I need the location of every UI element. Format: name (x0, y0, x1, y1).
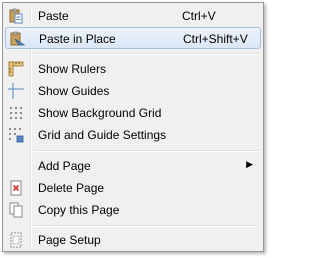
menu-item-show-guides[interactable]: Show Guides (5, 80, 261, 102)
menu-item-label: Paste (38, 9, 69, 23)
rulers-icon (8, 61, 24, 77)
copy-page-icon (8, 202, 24, 218)
menu-item-copy-this-page[interactable]: Copy this Page (5, 199, 261, 221)
grid-settings-icon (8, 127, 24, 143)
menu-item-label: Grid and Guide Settings (38, 128, 167, 142)
delete-page-icon (8, 180, 24, 196)
paste-in-place-icon (9, 31, 25, 47)
menu-item-label: Show Guides (38, 84, 110, 98)
menu-item-label: Show Rulers (38, 62, 107, 76)
menu-separator (33, 150, 259, 152)
page-setup-icon (8, 232, 24, 248)
context-menu: Paste Ctrl+V Paste in Place Ctrl+Shift+V (2, 2, 264, 252)
menu-item-paste-in-place[interactable]: Paste in Place Ctrl+Shift+V (5, 27, 261, 49)
menu-separator (33, 225, 259, 227)
menu-item-page-setup[interactable]: Page Setup (5, 229, 261, 251)
submenu-arrow-icon: ▶ (246, 159, 253, 169)
menu-item-label: Copy this Page (38, 203, 120, 217)
menu-item-label: Delete Page (38, 181, 105, 195)
grid-icon (8, 105, 24, 121)
paste-icon (8, 8, 24, 24)
menu-item-delete-page[interactable]: Delete Page (5, 177, 261, 199)
guides-icon (8, 83, 24, 99)
menu-item-paste[interactable]: Paste Ctrl+V (5, 5, 261, 27)
shortcut-label: Ctrl+V (182, 9, 216, 23)
menu-item-label: Page Setup (38, 233, 101, 247)
menu-item-show-background-grid[interactable]: Show Background Grid (5, 102, 261, 124)
shortcut-label: Ctrl+Shift+V (183, 32, 248, 46)
menu-item-grid-and-guide-settings[interactable]: Grid and Guide Settings (5, 124, 261, 146)
menu-item-label: Show Background Grid (38, 106, 162, 120)
menu-item-show-rulers[interactable]: Show Rulers (5, 58, 261, 80)
menu-item-label: Paste in Place (39, 32, 116, 46)
menu-item-add-page[interactable]: Add Page ▶ (5, 155, 261, 177)
menu-item-label: Add Page (38, 159, 91, 173)
menu-separator (33, 53, 259, 55)
